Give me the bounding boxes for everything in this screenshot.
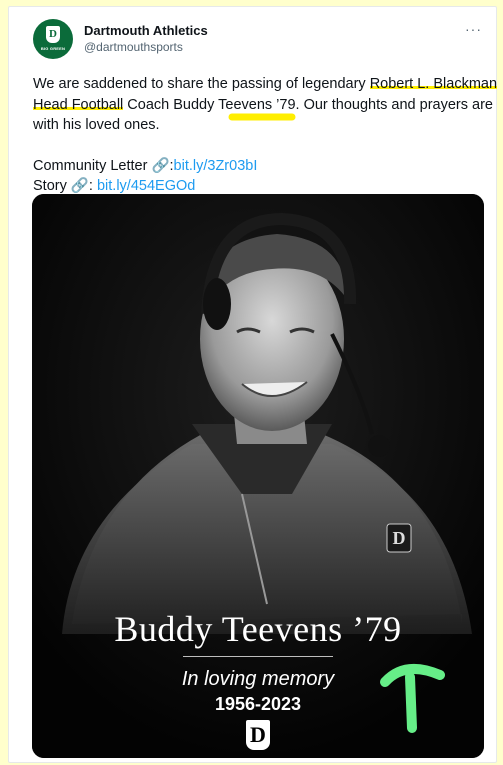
story-label: Story 🔗: [33, 178, 97, 194]
tweet-text-part: Coach Buddy Teevens ’79. Our thoughts an… [123, 96, 493, 113]
tweet-card: D BIG GREEN Dartmouth Athletics @dartmou… [8, 6, 498, 763]
more-options-icon[interactable]: ··· [465, 21, 482, 37]
svg-text:D: D [393, 528, 406, 548]
author-name[interactable]: Dartmouth Athletics [84, 23, 208, 38]
author-handle[interactable]: @dartmouthsports [84, 40, 183, 54]
logo-letter: D [250, 722, 266, 747]
highlighted-text: Robert L. Blackman [369, 76, 498, 92]
avatar[interactable]: D BIG GREEN [33, 19, 73, 59]
memorial-years: 1956-2023 [214, 694, 302, 714]
avatar-letter: D [49, 28, 57, 40]
community-letter-line: Community Letter 🔗:bit.ly/3Zr03bI [33, 156, 479, 177]
memorial-name: Buddy Teevens ’79 [114, 609, 402, 649]
caption-divider [183, 656, 333, 657]
tweet-line-1: We are saddened to share the passing of … [33, 74, 498, 95]
avatar-brand-text: BIG GREEN [40, 46, 66, 51]
tweet-text-part: We are saddened to share the passing of … [33, 76, 370, 92]
tweet-text: We are saddened to share the passing of … [33, 74, 498, 197]
tweet-line-3: with his loved ones. [33, 117, 160, 133]
dartmouth-shield-icon: D [46, 26, 60, 43]
story-link[interactable]: bit.ly/454EGOd [97, 178, 195, 194]
tweet-line-2: Head Football Coach Buddy Teevens ’79. O… [33, 95, 493, 116]
highlighted-text: Head Football [33, 96, 124, 113]
dartmouth-logo-icon: D [246, 720, 270, 750]
community-letter-link[interactable]: bit.ly/3Zr03bI [174, 158, 258, 174]
memorial-image[interactable]: D Buddy Teevens ’79 In loving memory 195… [32, 194, 484, 758]
community-letter-label: Community Letter 🔗: [33, 157, 174, 174]
memorial-subtitle: In loving memory [181, 668, 335, 690]
